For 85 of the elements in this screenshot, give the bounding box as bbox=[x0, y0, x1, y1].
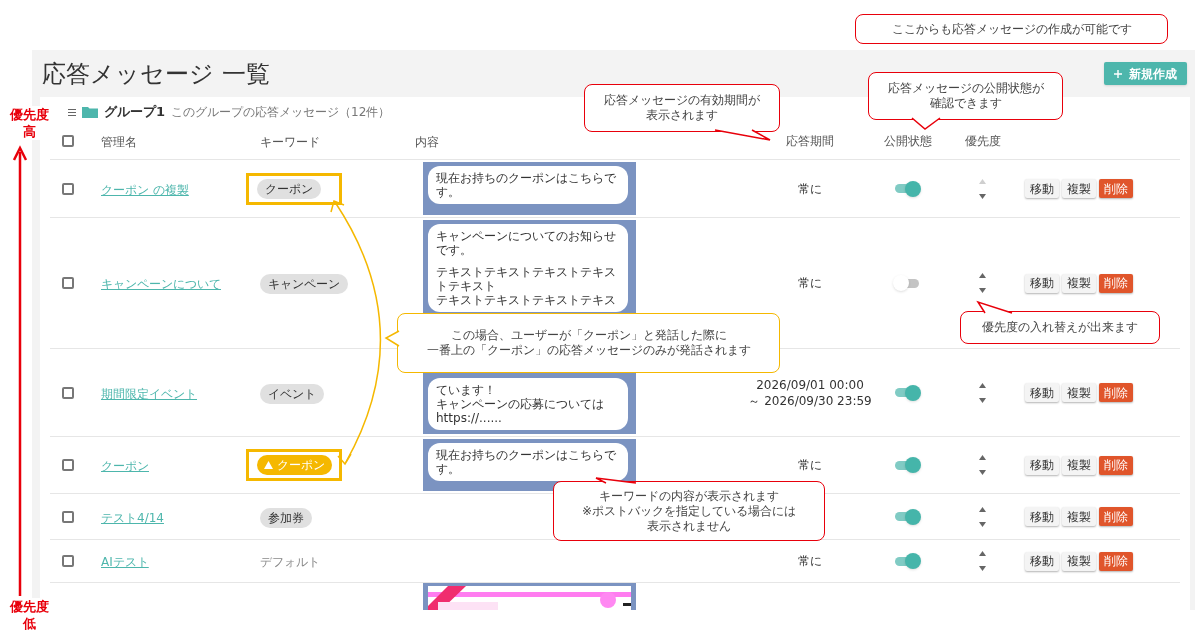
period-text: 常に bbox=[798, 275, 822, 291]
folder-icon bbox=[82, 106, 98, 118]
keyword-tag: 参加券 bbox=[260, 507, 312, 528]
checkbox[interactable] bbox=[62, 277, 74, 289]
period-text: 常に bbox=[798, 553, 822, 569]
callout: ここからも応答メッセージの作成が可能です bbox=[855, 14, 1168, 44]
action-button[interactable]: 複製 bbox=[1062, 455, 1096, 475]
keyword-text: デフォルト bbox=[260, 555, 320, 569]
action-button[interactable]: 移動 bbox=[1025, 507, 1059, 526]
warning-icon bbox=[264, 461, 273, 469]
new-button[interactable]: 新規作成 bbox=[1104, 62, 1187, 85]
group-name: グループ1 bbox=[104, 103, 166, 122]
delete-button[interactable]: 削除 bbox=[1099, 507, 1133, 526]
message-name-link[interactable]: クーポン の複製 bbox=[101, 182, 189, 197]
action-button[interactable]: 移動 bbox=[1025, 455, 1059, 475]
checkbox[interactable] bbox=[62, 135, 74, 147]
checkbox[interactable] bbox=[62, 555, 74, 567]
message-text: キャンペーンについてのお知らせ です。 テキストテキストテキストテキス トテキスト テキストテキストテキストテキス bbox=[436, 229, 617, 307]
message-text: ています！ キャンペーンの応募については https://...... bbox=[436, 383, 605, 425]
delete-button[interactable]: 削除 bbox=[1099, 383, 1133, 402]
column-header: 応答期間 bbox=[786, 133, 834, 150]
callout: この場合、ユーザーが「クーポン」と発話した際に 一番上の「クーポン」の応答メッセージのみが発話されます bbox=[397, 313, 780, 373]
publish-toggle[interactable] bbox=[894, 457, 921, 473]
column-header: キーワード bbox=[260, 135, 320, 149]
move-up-icon[interactable] bbox=[979, 506, 986, 512]
callout-pointer bbox=[911, 117, 941, 130]
callout-pointer bbox=[976, 300, 1013, 314]
action-button[interactable]: 複製 bbox=[1062, 273, 1096, 293]
action-button[interactable]: 移動 bbox=[1025, 383, 1059, 402]
message-name-link[interactable]: キャンペーンについて bbox=[101, 277, 221, 291]
menu-icon[interactable] bbox=[68, 108, 76, 116]
keyword-tag: クーポン bbox=[257, 178, 321, 199]
group-caption: このグループの応答メッセージ（12件） bbox=[171, 104, 391, 121]
period-text: 常に bbox=[798, 180, 822, 197]
column-header: 公開状態 bbox=[883, 133, 932, 150]
message-name-link[interactable]: 期間限定イベント bbox=[101, 386, 197, 401]
column-header: 内容 bbox=[415, 135, 439, 149]
action-button[interactable]: 複製 bbox=[1062, 551, 1096, 571]
message-text: 現在お持ちのクーポンはこちらで す。 bbox=[436, 171, 617, 199]
keyword-tag: クーポン bbox=[257, 455, 332, 475]
action-button[interactable]: 移動 bbox=[1025, 179, 1059, 198]
action-button[interactable]: 移動 bbox=[1025, 551, 1059, 571]
period-text: ～ 2026/09/30 23:59 bbox=[748, 392, 872, 409]
delete-button[interactable]: 削除 bbox=[1099, 455, 1133, 475]
move-up-icon[interactable] bbox=[979, 455, 986, 460]
delete-button[interactable]: 削除 bbox=[1099, 179, 1133, 198]
keyword-tag: イベント bbox=[260, 383, 324, 404]
move-down-icon[interactable] bbox=[979, 288, 986, 293]
action-button[interactable]: 移動 bbox=[1025, 273, 1059, 293]
publish-toggle[interactable] bbox=[894, 180, 921, 197]
message-name-link[interactable]: AIテスト bbox=[101, 555, 149, 569]
delete-button[interactable]: 削除 bbox=[1099, 273, 1133, 293]
column-header: 優先度 bbox=[964, 133, 1001, 150]
plus-icon bbox=[1114, 69, 1122, 78]
column-header: 管理名 bbox=[101, 135, 137, 149]
action-button[interactable]: 複製 bbox=[1062, 507, 1096, 526]
keyword-tag: キャンペーン bbox=[260, 274, 348, 294]
move-down-icon[interactable] bbox=[979, 521, 986, 527]
move-up-icon[interactable] bbox=[979, 273, 986, 278]
move-up-icon[interactable] bbox=[979, 551, 986, 556]
callout-pointer bbox=[714, 129, 771, 141]
move-up-icon[interactable] bbox=[979, 382, 986, 388]
checkbox[interactable] bbox=[62, 182, 74, 195]
message-name-link[interactable]: テスト4/14 bbox=[101, 510, 164, 525]
move-down-icon[interactable] bbox=[979, 566, 986, 571]
checkbox[interactable] bbox=[62, 510, 74, 523]
callout: キーワードの内容が表示されます ※ポストバックを指定している場合には 表示されません bbox=[553, 481, 825, 541]
message-text: 現在お持ちのクーポンはこちらで す。 bbox=[436, 448, 617, 476]
action-button[interactable]: 複製 bbox=[1062, 179, 1096, 198]
page-title: 応答メッセージ 一覧 bbox=[42, 58, 270, 90]
delete-button[interactable]: 削除 bbox=[1099, 551, 1133, 571]
period-text: 2026/09/01 00:00 bbox=[756, 376, 864, 393]
move-down-icon[interactable] bbox=[979, 470, 986, 475]
message-name-link[interactable]: クーポン bbox=[101, 459, 149, 473]
publish-toggle[interactable] bbox=[894, 508, 921, 525]
period-text: 常に bbox=[798, 457, 822, 473]
callout-pointer bbox=[384, 330, 400, 347]
move-down-icon[interactable] bbox=[979, 193, 986, 199]
action-button[interactable]: 複製 bbox=[1062, 383, 1096, 402]
move-down-icon[interactable] bbox=[979, 397, 986, 403]
publish-toggle[interactable] bbox=[894, 384, 921, 401]
checkbox[interactable] bbox=[62, 459, 74, 471]
checkbox[interactable] bbox=[62, 386, 74, 399]
publish-toggle[interactable] bbox=[894, 553, 921, 569]
publish-toggle[interactable] bbox=[894, 275, 921, 291]
